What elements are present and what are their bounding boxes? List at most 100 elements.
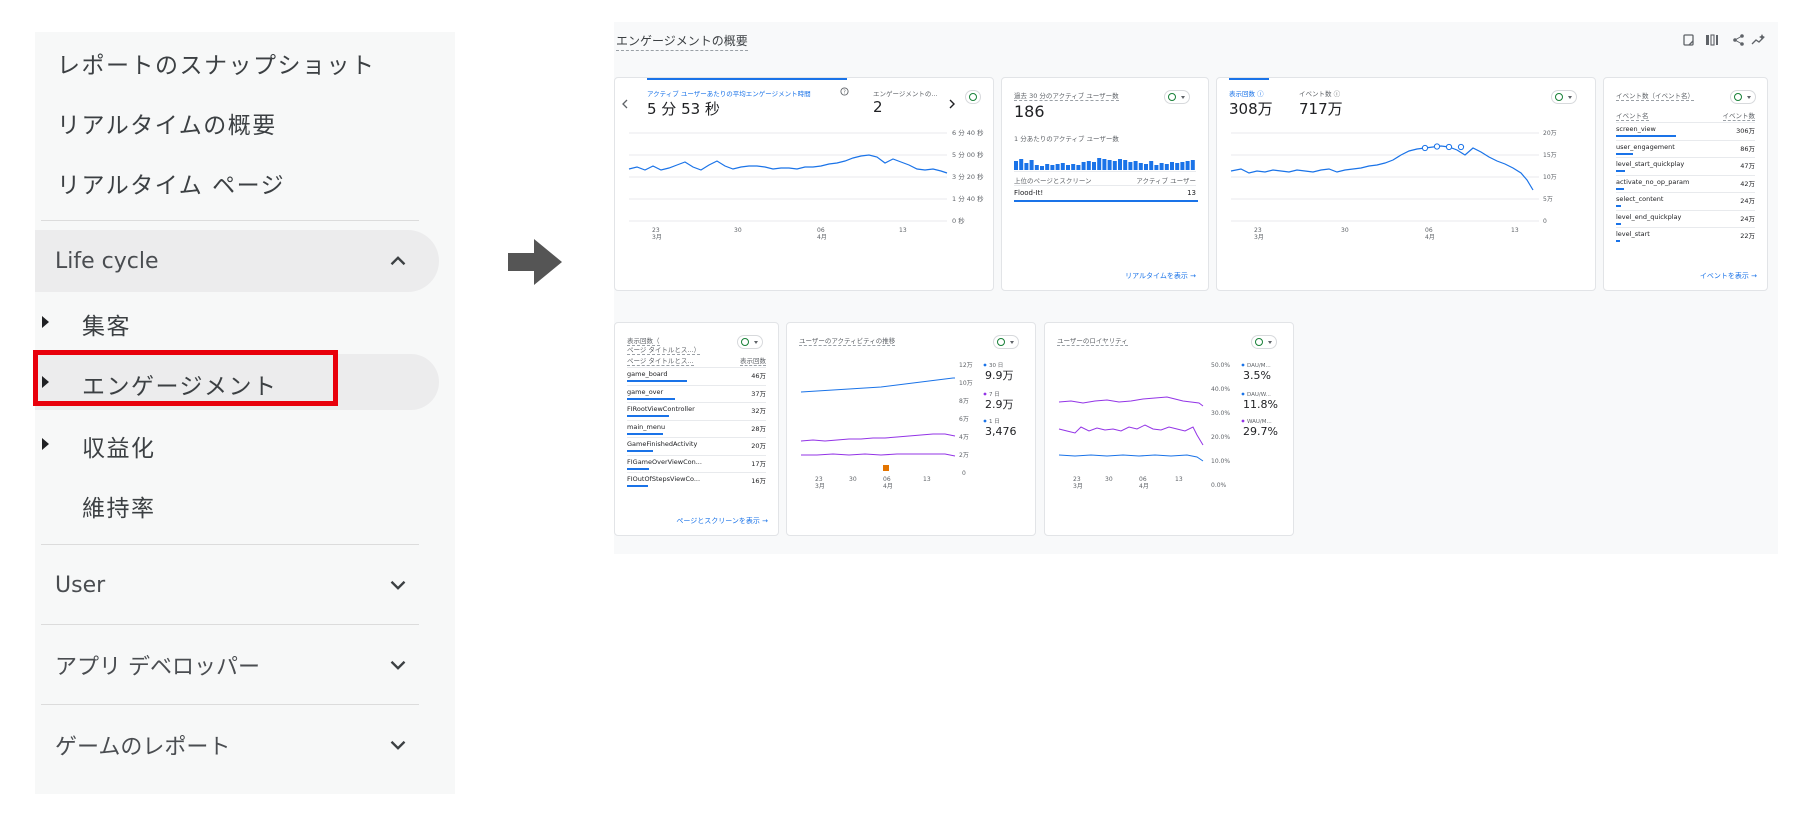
table-row[interactable]: activate_no_op_param 42万 (1616, 174, 1755, 193)
insights-icon[interactable] (1751, 34, 1765, 45)
status-pill[interactable] (1730, 90, 1756, 104)
table-row[interactable]: FIRootViewController 32万 (627, 402, 766, 420)
nav-item-acquisition[interactable]: 集客 (35, 294, 439, 350)
share-icon[interactable] (1733, 34, 1744, 46)
minute-bar (1138, 163, 1143, 170)
row-share-bar (627, 397, 675, 400)
nav-item-realtime-overview[interactable]: リアルタイムの概要 (57, 106, 277, 140)
card-header[interactable]: ユーザーのロイヤリティ (1057, 335, 1128, 346)
minute-bar (1071, 164, 1076, 170)
metric2-label[interactable]: エンゲージメントの... (873, 88, 938, 98)
minute-bar (1092, 162, 1096, 170)
x-tick: 06 (883, 476, 891, 483)
nav-item-label: 集客 (82, 314, 131, 340)
status-pill[interactable] (1551, 90, 1577, 104)
status-pill[interactable] (965, 90, 981, 104)
card-header-line2[interactable]: ページ タイトルとス...） (627, 344, 701, 355)
view-events-link[interactable]: イベントを表示 → (1700, 271, 1757, 281)
row-value: 47万 (1740, 162, 1755, 170)
metric-label[interactable]: 表示回数 ⓘ (1229, 88, 1264, 98)
col-header[interactable]: イベント数 (1722, 110, 1755, 121)
table-row[interactable]: FIGameOverViewCon... 17万 (627, 454, 766, 473)
table-row[interactable]: user_engagement 86万 (1616, 139, 1755, 158)
row-share-bar (627, 380, 687, 382)
check-circle-icon (741, 338, 749, 346)
view-pages-link[interactable]: ページとスクリーンを表示 → (676, 516, 768, 526)
edit-report-icon[interactable] (1683, 34, 1694, 46)
check-circle-icon (1168, 93, 1176, 101)
col-header[interactable]: 表示回数 (740, 355, 766, 366)
nav-item-engagement[interactable]: エンゲージメント (33, 350, 439, 410)
row-name: screen_view (1616, 125, 1656, 133)
nav-group-app-developer[interactable]: アプリ デベロッパー (35, 634, 439, 696)
table-row[interactable]: main_menu 28万 (627, 419, 766, 438)
chevron-left-icon[interactable] (621, 99, 629, 109)
y-tick: 0 (1543, 218, 1547, 225)
series-7d-line (800, 433, 956, 442)
x-tick: 13 (1511, 227, 1519, 234)
chevron-down-icon (390, 740, 406, 750)
row-name: user_engagement (1616, 142, 1675, 151)
chevron-down-icon (390, 660, 406, 670)
minute-bar (1040, 166, 1044, 170)
metric-label[interactable]: アクティブ ユーザーあたりの平均エンゲージメント時間 (647, 88, 811, 98)
nav-group-game-reports[interactable]: ゲームのレポート (35, 714, 439, 776)
table-row[interactable]: GameFinishedActivity 20万 (627, 437, 766, 455)
table-row[interactable]: select_content 24万 (1616, 192, 1755, 210)
per-minute-bar-chart (1014, 158, 1195, 170)
nav-item-retention[interactable]: 維持率 (35, 476, 439, 532)
x-tick: 30 (734, 227, 742, 234)
selected-metric-indicator (1229, 78, 1269, 80)
row-share-bar (1616, 240, 1621, 242)
nav-group-user[interactable]: User (35, 554, 439, 616)
table-row[interactable]: FIOutOfStepsViewCo... 16万 (627, 472, 766, 490)
table-row[interactable]: game_over 37万 (627, 384, 766, 403)
metric-value: 5 分 53 秒 (647, 100, 720, 118)
nav-item-realtime-pages[interactable]: リアルタイム ページ (57, 166, 285, 200)
minute-bar (1170, 162, 1174, 170)
col-header[interactable]: ページ タイトルとス... (627, 355, 694, 366)
annotation-marker[interactable] (883, 465, 889, 471)
card-header[interactable]: ユーザーのアクティビティの推移 (799, 335, 896, 346)
line-chart: 20万 15万 10万 5万 0 23 3月 30 06 4月 13 (1230, 130, 1557, 241)
table-row[interactable]: level_start_quickplay 47万 (1616, 157, 1755, 175)
nav-item-report-snapshot[interactable]: レポートのスナップショット (57, 46, 376, 80)
y-tick: 10万 (959, 380, 973, 387)
status-pill[interactable] (993, 335, 1019, 349)
row-name: game_board (627, 370, 668, 378)
x-tick: 06 (1139, 476, 1147, 483)
row-name: FIRootViewController (627, 405, 695, 413)
table-row[interactable]: game_board 46万 (627, 367, 766, 385)
row-name: activate_no_op_param (1616, 177, 1690, 186)
chevron-right-icon[interactable] (948, 99, 956, 109)
view-realtime-link[interactable]: リアルタイムを表示 → (1125, 271, 1196, 281)
nav-item-monetization[interactable]: 収益化 (35, 416, 439, 472)
series-line (628, 154, 948, 174)
table-row[interactable]: level_end_quickplay 24万 (1616, 209, 1755, 228)
dropdown-icon (1747, 96, 1751, 99)
compare-icon[interactable] (1706, 34, 1718, 46)
row-share-bar (1616, 170, 1625, 172)
nav-divider (41, 624, 419, 625)
x-axis-ticks: 23 3月 30 06 4月 13 (652, 227, 907, 241)
minute-bar (1097, 158, 1102, 170)
col-header[interactable]: イベント名 (1616, 110, 1649, 121)
status-pill[interactable] (737, 335, 763, 349)
card-header[interactable]: 過去 30 分のアクティブ ユーザー数 (1014, 90, 1119, 101)
table-row[interactable]: level_start 22万 (1616, 227, 1755, 245)
status-pill[interactable] (1164, 90, 1190, 104)
series-30d-line (800, 377, 955, 393)
dashboard-toolbar (1683, 34, 1765, 46)
help-icon[interactable]: ? (840, 87, 849, 96)
minute-bar (1060, 163, 1065, 170)
y-axis-ticks: 20万 15万 10万 5万 0 (1543, 130, 1557, 225)
expand-triangle-icon (42, 438, 49, 450)
card-header[interactable]: イベント数（イベント名） (1616, 90, 1694, 101)
status-pill[interactable] (1251, 335, 1277, 349)
metric2-label[interactable]: イベント数 ⓘ (1299, 88, 1340, 98)
table-row[interactable]: screen_view 306万 (1616, 122, 1755, 140)
dropdown-icon (1181, 96, 1185, 99)
line-chart: 50.0% 40.0% 30.0% 20.0% 10.0% 0.0% 23 3月… (1058, 362, 1278, 490)
nav-group-lifecycle[interactable]: Life cycle (35, 230, 439, 292)
selected-metric-indicator (647, 78, 847, 80)
